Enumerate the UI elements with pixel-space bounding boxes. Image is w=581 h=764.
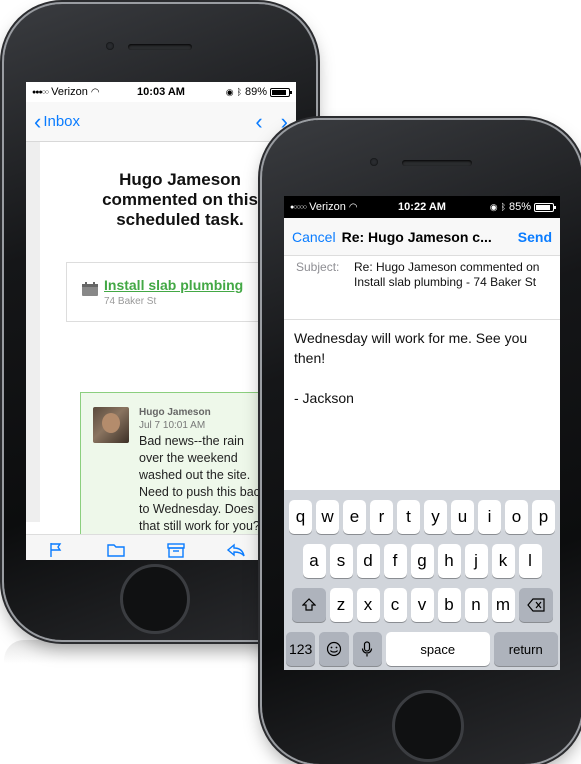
message-body-field[interactable]: Wednesday will work for me. See you then… [284,320,560,486]
emoji-key[interactable] [319,632,349,666]
return-key[interactable]: return [493,632,558,666]
key[interactable]: t [397,500,420,534]
shift-key[interactable] [291,588,326,622]
keyboard-row-3: z x c v b n m [286,588,558,622]
delete-key[interactable] [518,588,553,622]
shift-icon [301,598,316,611]
status-time: 10:22 AM [398,201,446,213]
previous-message-button[interactable]: ‹ [255,109,262,135]
key[interactable]: s [329,544,353,578]
comment-text: Bad news--the rain over the weekend wash… [139,434,267,533]
key[interactable]: m [491,588,515,622]
subject-label: Subject: [296,260,340,274]
key[interactable]: i [478,500,501,534]
home-button[interactable] [392,690,464,762]
compose-screen: ●○○○○ Verizon ◠ 10:22 AM ◉ ᛒ 85% Cancel … [284,196,560,670]
cancel-button[interactable]: Cancel [292,229,336,245]
reply-icon [226,543,245,556]
keyboard-row-1: q w e r t y u i o p [286,500,558,534]
earpiece-speaker [128,44,192,50]
key[interactable]: j [464,544,488,578]
dictation-key[interactable] [352,632,382,666]
message-body: Hugo Jameson commented on this scheduled… [26,142,296,560]
chevron-left-icon: ‹ [34,108,42,134]
task-address: 74 Baker St [104,296,157,307]
key[interactable]: w [316,500,339,534]
emoji-icon [326,641,342,657]
battery-icon [534,202,556,212]
body-line [294,368,550,388]
flag-icon [50,542,62,557]
comment-date: Jul 7 10:01 AM [139,420,206,431]
key[interactable]: r [370,500,393,534]
message-card: Hugo Jameson commented on this scheduled… [40,142,296,560]
key[interactable]: e [343,500,366,534]
keyboard-row-2: a s d f g h j k l [286,544,558,578]
comment-author: Hugo Jameson [139,407,211,418]
key[interactable]: u [451,500,474,534]
email-headline: Hugo Jameson commented on this scheduled… [102,170,258,229]
key[interactable]: d [356,544,380,578]
key[interactable]: c [383,588,407,622]
marketing-stage: ●●●○○ Verizon ◠ 10:03 AM ◉ ᛒ 89% ‹ Inbox [0,0,581,764]
key[interactable]: h [437,544,461,578]
mail-screen: ●●●○○ Verizon ◠ 10:03 AM ◉ ᛒ 89% ‹ Inbox [26,82,296,560]
subject-value: Re: Hugo Jameson commented on Install sl… [354,260,540,289]
key[interactable]: y [424,500,447,534]
avatar [93,407,129,443]
key[interactable]: p [532,500,555,534]
mail-nav-bar: ‹ Inbox ‹ › [26,102,296,142]
key[interactable]: x [356,588,380,622]
subject-field[interactable]: Subject: Re: Hugo Jameson commented on I… [284,256,560,320]
body-line: Wednesday will work for me. See you then… [294,330,528,366]
key[interactable]: v [410,588,434,622]
key[interactable]: a [302,544,326,578]
archive-button[interactable] [152,542,200,558]
key[interactable]: n [464,588,488,622]
keyboard: q w e r t y u i o p a s d f g h j k l z … [284,490,560,670]
send-button[interactable]: Send [518,229,552,245]
status-time: 10:03 AM [137,86,185,98]
home-button[interactable] [120,564,190,634]
compose-nav-bar: Cancel Re: Hugo Jameson c... Send [284,218,560,256]
key[interactable]: f [383,544,407,578]
body-signature: - Jackson [294,390,354,406]
battery-icon [270,87,292,97]
mail-toolbar [26,534,296,560]
key[interactable]: b [437,588,461,622]
calendar-icon [82,282,98,296]
flag-button[interactable] [32,542,80,558]
status-bar: ●●●○○ Verizon ◠ 10:03 AM ◉ ᛒ 89% [26,82,296,102]
microphone-icon [362,641,373,657]
key[interactable]: q [289,500,312,534]
keyboard-row-4: 123 space return [286,632,558,666]
right-phone: ●○○○○ Verizon ◠ 10:22 AM ◉ ᛒ 85% Cancel … [262,120,581,764]
key[interactable]: o [505,500,528,534]
front-camera [106,42,114,50]
folder-icon [107,543,125,557]
status-bar: ●○○○○ Verizon ◠ 10:22 AM ◉ ᛒ 85% [284,196,560,218]
task-title-link[interactable]: Install slab plumbing [104,277,243,293]
numbers-key[interactable]: 123 [286,632,316,666]
front-camera [370,158,378,166]
backspace-icon [526,598,545,612]
task-card: Install slab plumbing 74 Baker St [66,262,294,322]
earpiece-speaker [402,160,472,166]
key[interactable]: l [518,544,542,578]
reply-button[interactable] [212,542,260,558]
archive-icon [167,542,185,558]
compose-title: Re: Hugo Jameson c... [341,228,492,245]
space-key[interactable]: space [385,632,490,666]
back-label: Inbox [43,113,81,130]
key[interactable]: z [329,588,353,622]
key[interactable]: k [491,544,515,578]
inbox-back-button[interactable]: ‹ Inbox [34,108,81,134]
folder-button[interactable] [92,542,140,558]
key[interactable]: g [410,544,434,578]
